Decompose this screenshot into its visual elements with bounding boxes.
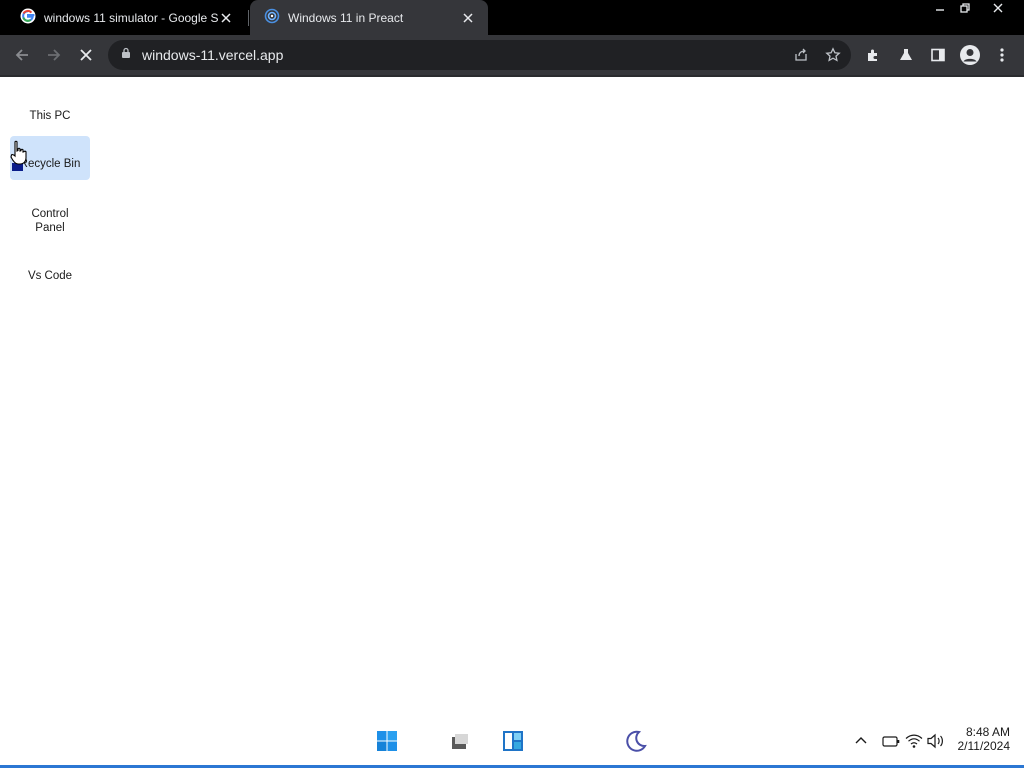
clock-date: 2/11/2024	[957, 739, 1011, 753]
widgets-icon[interactable]	[501, 729, 525, 753]
address-bar[interactable]: windows-11.vercel.app	[108, 40, 851, 70]
desktop-icon-label: Control Panel	[31, 208, 69, 234]
labs-flask-icon[interactable]	[894, 43, 918, 67]
desktop-icon-this-pc[interactable]: This PC	[10, 102, 90, 130]
profile-avatar-icon[interactable]	[958, 43, 982, 67]
taskbar-clock[interactable]: 8:48 AM 2/11/2024	[948, 725, 1011, 753]
close-window-icon[interactable]	[985, 0, 1011, 16]
lock-icon	[120, 46, 132, 64]
bookmark-star-icon[interactable]	[822, 44, 844, 66]
browser-toolbar: windows-11.vercel.app	[0, 35, 1024, 77]
clock-time: 8:48 AM	[965, 725, 1010, 739]
chevron-up-icon[interactable]	[850, 730, 872, 752]
minimize-icon[interactable]	[927, 0, 953, 16]
restore-icon[interactable]	[952, 0, 978, 16]
windows-start-icon[interactable]	[375, 729, 399, 753]
desktop-icon-label: This PC	[29, 110, 71, 122]
close-icon[interactable]	[460, 10, 476, 26]
desktop-icon-control-panel[interactable]: Control Panel	[10, 201, 90, 241]
back-icon[interactable]	[10, 43, 34, 67]
tab-title: Windows 11 in Preact	[288, 10, 404, 25]
tab-windows-11-preact[interactable]: Windows 11 in Preact	[250, 0, 488, 35]
desktop[interactable]: This PC Recycle Bin Control Panel Vs Cod…	[0, 77, 1024, 767]
menu-kebab-icon[interactable]	[990, 43, 1014, 67]
tab-strip: windows 11 simulator - Google Search Win…	[0, 0, 1024, 35]
taskbar: 8:48 AM 2/11/2024	[0, 719, 1024, 766]
forward-icon[interactable]	[42, 43, 66, 67]
hand-pointer-cursor	[9, 140, 29, 166]
side-panel-icon[interactable]	[926, 43, 950, 67]
google-icon	[20, 8, 36, 27]
task-view-icon[interactable]	[448, 729, 472, 753]
close-icon[interactable]	[218, 10, 234, 26]
tab-separator	[248, 10, 249, 26]
preact-icon	[264, 8, 280, 27]
volume-icon[interactable]	[925, 730, 947, 752]
battery-icon[interactable]	[880, 730, 902, 752]
share-icon[interactable]	[790, 44, 812, 66]
url-text: windows-11.vercel.app	[142, 47, 284, 63]
night-mode-moon-icon[interactable]	[624, 729, 648, 753]
stop-loading-icon[interactable]	[74, 43, 98, 67]
desktop-icon-label: Vs Code	[27, 270, 73, 282]
extensions-icon[interactable]	[861, 43, 885, 67]
tab-google-search[interactable]: windows 11 simulator - Google Search	[6, 0, 246, 35]
wifi-icon[interactable]	[903, 730, 925, 752]
tab-title: windows 11 simulator - Google Search	[44, 10, 218, 25]
desktop-icon-vs-code[interactable]: Vs Code	[10, 263, 90, 289]
